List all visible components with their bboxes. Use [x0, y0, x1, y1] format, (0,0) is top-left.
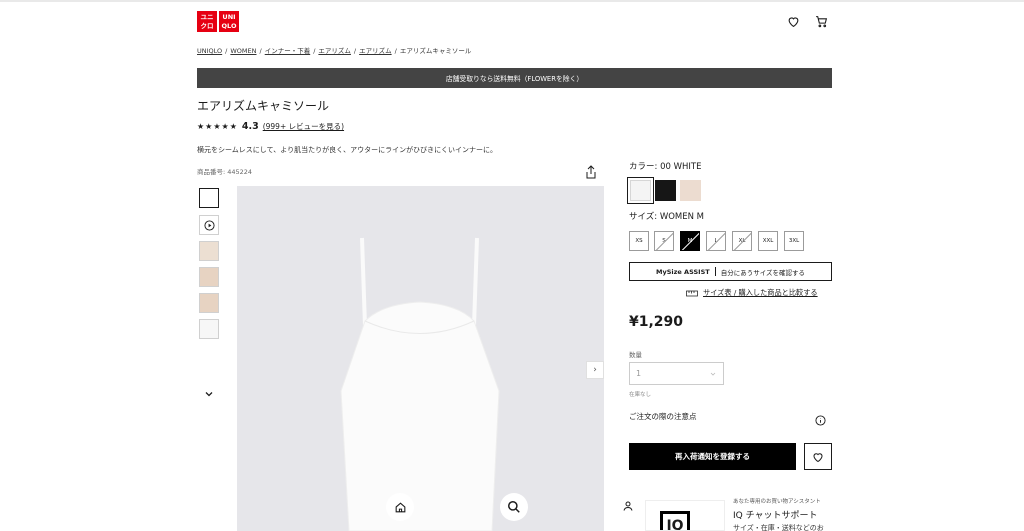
logo-block-en: UNI QLO — [219, 11, 239, 32]
size-s[interactable]: S — [654, 231, 674, 251]
size-m[interactable]: M — [680, 231, 700, 251]
product-title: エアリズムキャミソール — [197, 99, 330, 113]
ruler-icon — [686, 290, 698, 296]
breadcrumb-link-airism[interactable]: エアリズム — [318, 47, 351, 55]
size-xs[interactable]: XS — [629, 231, 649, 251]
search-icon[interactable] — [500, 493, 528, 521]
size-chart-text: サイズ表 / 購入した商品と比較する — [703, 288, 818, 297]
logo-text: UNI — [222, 12, 236, 21]
iq-caption: あなた専用のお買い物アシスタント — [733, 499, 821, 505]
order-notes[interactable]: ご注文の際の注意点 — [629, 411, 697, 422]
color-swatch-white[interactable] — [627, 177, 654, 204]
breadcrumb: UNIQLO / WOMEN / インナー・下着 / エアリズム / エアリズム / エアリズムキャ… — [197, 45, 471, 55]
favorite-button[interactable] — [804, 443, 832, 470]
product-number: 商品番号: 445224 — [197, 168, 253, 176]
iq-subtitle: サイズ・在庫・送料などのお — [733, 524, 824, 531]
thumbnail-beige-detail[interactable] — [199, 267, 219, 287]
breadcrumb-link-uniqlo[interactable]: UNIQLO — [197, 47, 222, 55]
size-l[interactable]: L — [706, 231, 726, 251]
iq-title[interactable]: IQ チャットサポート — [733, 508, 818, 521]
color-swatch-black[interactable] — [655, 180, 676, 201]
uniqlo-logo[interactable]: ユニ クロ UNI QLO — [197, 11, 239, 32]
logo-text: クロ — [200, 21, 214, 30]
rating-row: ★★★★★ 4.3 (999+ レビューを見る) — [197, 121, 344, 132]
size-chart-link[interactable]: サイズ表 / 購入した商品と比較する — [686, 288, 818, 298]
info-icon[interactable] — [815, 411, 826, 426]
camisole-illustration — [340, 237, 500, 531]
stock-status: 在庫なし — [629, 392, 652, 398]
breadcrumb-current: エアリズムキャミソール — [399, 47, 472, 55]
size-label: サイズ: — [629, 212, 658, 222]
chevron-down-icon[interactable] — [203, 385, 215, 397]
chevron-down-icon — [710, 372, 716, 376]
quantity-label: 数量 — [629, 351, 642, 359]
price: ¥1,290 — [629, 314, 684, 330]
logo-block-jp: ユニ クロ — [197, 11, 217, 32]
breadcrumb-separator: / — [313, 47, 316, 55]
size-3xl[interactable]: 3XL — [784, 231, 804, 251]
size-xl[interactable]: XL — [732, 231, 752, 251]
quantity-select[interactable]: 1 — [629, 362, 724, 385]
next-image-button[interactable]: › — [586, 361, 604, 379]
logo-text: ユニ — [200, 12, 214, 21]
reviews-link[interactable]: (999+ レビューを見る) — [263, 121, 344, 132]
mysize-brand: MySize ASSIST — [655, 267, 710, 276]
thumbnail-front[interactable] — [199, 188, 219, 208]
product-image[interactable] — [237, 186, 604, 531]
thumbnail-fabric[interactable] — [199, 293, 219, 313]
breadcrumb-separator: / — [353, 47, 357, 55]
size-xxl[interactable]: XXL — [758, 231, 778, 251]
breadcrumb-separator: / — [225, 47, 228, 55]
thumbnail-white-fabric[interactable] — [199, 319, 219, 339]
rating-value: 4.3 — [241, 121, 259, 132]
quantity-value: 1 — [636, 369, 642, 378]
shipping-banner[interactable]: 店舗受取りなら送料無料（FLOWERを除く） — [197, 68, 832, 88]
color-label: カラー: — [629, 162, 658, 172]
thumbnail-beige[interactable] — [199, 241, 219, 261]
breadcrumb-separator: / — [259, 47, 262, 55]
size-value: WOMEN M — [659, 212, 705, 222]
top-border — [0, 0, 1024, 2]
restock-notify-button[interactable]: 再入荷通知を登録する — [629, 443, 796, 470]
mysize-text: 自分にあうサイズを確認する — [720, 268, 806, 277]
thumbnail-video[interactable] — [199, 215, 219, 235]
logo-text: QLO — [221, 21, 237, 30]
breadcrumb-link-airism-sub[interactable]: エアリズム — [359, 47, 392, 55]
user-icon[interactable] — [618, 496, 638, 516]
play-icon — [203, 219, 215, 231]
product-description: 横元をシームレスにして、より肌当たりが良く、アウターにラインがひびきにくいインナ… — [197, 146, 497, 154]
breadcrumb-link-inner[interactable]: インナー・下着 — [265, 47, 311, 55]
iq-logo-mark: IQ — [660, 511, 690, 530]
home-icon[interactable] — [386, 493, 414, 521]
divider — [714, 267, 716, 276]
product-page: ユニ クロ UNI QLO UNIQLO / WOMEN / インナー・下着 / エアリズム… — [0, 0, 1024, 531]
breadcrumb-separator: / — [394, 47, 397, 55]
color-swatch-beige[interactable] — [680, 180, 701, 201]
rating-stars: ★★★★★ — [197, 122, 238, 131]
cart-icon[interactable] — [814, 14, 828, 28]
mysize-assist-button[interactable]: MySize ASSIST 自分にあうサイズを確認する — [629, 262, 832, 281]
heart-icon[interactable] — [786, 14, 800, 28]
share-icon[interactable] — [585, 164, 597, 179]
color-value: 00 WHITE — [660, 162, 702, 172]
breadcrumb-link-women[interactable]: WOMEN — [230, 47, 256, 55]
size-row: サイズ: WOMEN M — [629, 210, 704, 222]
heart-icon — [813, 452, 823, 462]
iq-logo[interactable]: IQ — [645, 500, 725, 531]
color-row: カラー: 00 WHITE — [629, 160, 701, 172]
